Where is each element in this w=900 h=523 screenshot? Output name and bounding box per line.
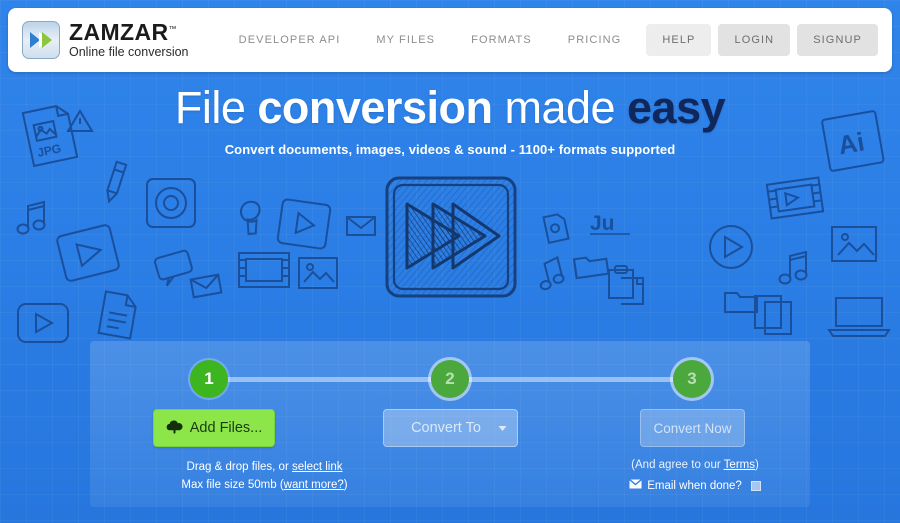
headline-part-1: File xyxy=(174,82,258,133)
terms-prefix: (And agree to our xyxy=(631,459,724,471)
hero-subtitle: Convert documents, images, videos & soun… xyxy=(224,142,676,158)
doodle-folder-icon xyxy=(572,256,610,280)
nav-help[interactable]: HELP xyxy=(646,24,712,56)
doodle-speech-bubble-icon xyxy=(154,249,193,287)
doodle-laptop-icon xyxy=(827,297,891,337)
headline-part-2: conversion xyxy=(257,82,493,133)
upload-arrow-icon xyxy=(166,419,183,438)
doodle-folder-right-icon xyxy=(724,292,758,313)
nav-my-files[interactable]: MY FILES xyxy=(358,34,453,46)
wizard-controls: Add Files... Convert To Convert Now xyxy=(90,409,810,449)
wizard-stepper: 1 2 3 xyxy=(90,360,810,398)
convert-now-button[interactable]: Convert Now xyxy=(640,409,745,447)
want-more-link[interactable]: want more? xyxy=(284,479,344,491)
nav-pricing[interactable]: PRICING xyxy=(550,34,640,46)
doodle-film-strip-icon xyxy=(238,252,290,288)
max-file-size-hint: Max file size 50mb (want more?) xyxy=(132,477,397,495)
email-when-done-checkbox[interactable] xyxy=(750,480,761,491)
doodle-music-note-mid-icon xyxy=(539,256,565,291)
fast-forward-sketch-icon xyxy=(381,172,521,307)
svg-text:Ju: Ju xyxy=(590,212,615,235)
nav-login[interactable]: LOGIN xyxy=(718,24,791,56)
drag-drop-hint-text: Drag & drop files, or xyxy=(186,461,292,473)
conversion-wizard-panel: 1 2 3 Add Files... Convert To Convert No… xyxy=(90,341,810,507)
nav-formats[interactable]: FORMATS xyxy=(453,34,550,46)
doodle-film-strip-right-icon xyxy=(765,176,825,220)
brand-wordmark: ZAMZAR™ xyxy=(69,19,177,46)
terms-suffix: ) xyxy=(754,459,759,471)
email-when-done-row[interactable]: Email when done? xyxy=(595,478,795,492)
doodle-pencil-icon xyxy=(106,160,128,204)
wizard-step-3[interactable]: 3 xyxy=(673,360,711,398)
trademark-symbol: ™ xyxy=(168,24,177,34)
headline-part-4: easy xyxy=(627,82,726,133)
doodle-envelope-icon xyxy=(346,216,376,236)
select-link[interactable]: select link xyxy=(292,461,343,473)
headline-part-3: made xyxy=(492,82,628,133)
chevron-down-icon xyxy=(498,420,507,436)
page-title: File conversion made easy xyxy=(0,84,900,131)
convert-to-dropdown[interactable]: Convert To xyxy=(383,409,518,447)
doodle-ju-text-icon: Ju xyxy=(590,212,630,235)
nav-signup[interactable]: SIGNUP xyxy=(797,24,878,56)
main-navigation: DEVELOPER API MY FILES FORMATS PRICING H… xyxy=(221,24,878,56)
doodle-video-play-icon xyxy=(17,303,69,343)
terms-notice: (And agree to our Terms) xyxy=(595,459,795,471)
wizard-step-1[interactable]: 1 xyxy=(190,360,228,398)
envelope-icon xyxy=(629,478,643,492)
drag-drop-hint: Drag & drop files, or select link xyxy=(132,459,397,477)
add-files-label: Add Files... xyxy=(189,420,263,436)
email-when-done-label: Email when done? xyxy=(647,479,742,492)
brand-tagline: Online file conversion xyxy=(69,45,189,60)
hero-section: File conversion made easy Convert docume… xyxy=(0,84,900,157)
nav-developer-api[interactable]: DEVELOPER API xyxy=(221,34,359,46)
doodle-document-icon xyxy=(97,290,137,340)
convert-to-label: Convert To xyxy=(411,420,481,436)
site-header: ZAMZAR™ Online file conversion DEVELOPER… xyxy=(8,8,892,72)
doodle-clipboard-copy-icon xyxy=(608,265,644,305)
wizard-step-2[interactable]: 2 xyxy=(431,360,469,398)
doodle-music-note-icon xyxy=(16,200,46,235)
max-size-text: Max file size 50mb ( xyxy=(181,478,284,491)
add-files-button[interactable]: Add Files... xyxy=(153,409,275,447)
upload-hints: Drag & drop files, or select link Max fi… xyxy=(132,459,397,495)
logo[interactable]: ZAMZAR™ Online file conversion xyxy=(22,21,189,59)
doodle-play-triangle-icon xyxy=(56,224,120,282)
max-size-suffix: ) xyxy=(343,478,348,491)
terms-link[interactable]: Terms xyxy=(724,459,755,471)
double-chevron-icon xyxy=(22,21,60,59)
doodle-play-box-icon xyxy=(276,198,332,250)
doodle-image-frame-icon xyxy=(298,257,338,289)
doodle-music-note-right-icon xyxy=(778,250,808,285)
doodle-wrench-icon xyxy=(240,200,261,235)
doodle-image-frame-right-icon xyxy=(831,226,877,262)
doodle-envelope-small-icon xyxy=(189,273,223,299)
convert-now-label: Convert Now xyxy=(653,420,732,436)
doodle-play-circle-icon xyxy=(709,225,753,269)
doodle-record-circle-icon xyxy=(146,178,196,228)
doodle-small-file-icon xyxy=(542,213,570,244)
